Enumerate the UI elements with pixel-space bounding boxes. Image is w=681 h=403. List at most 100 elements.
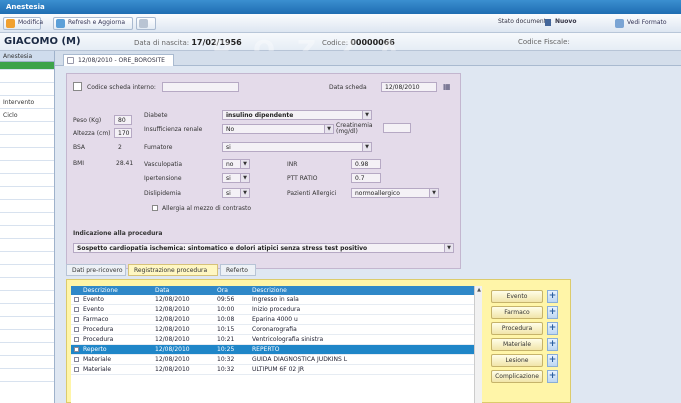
column-header-type[interactable]: Descrizione [71,286,153,295]
procedure-table: Descrizione Data Ora Descrizione Evento 1… [71,286,474,403]
sidebar-item[interactable] [0,187,54,200]
sidebar-item[interactable] [0,356,54,369]
add-materiale-button[interactable]: Materiale [491,338,543,351]
row-checkbox[interactable] [74,367,79,372]
intervention-input[interactable] [162,82,239,92]
table-row[interactable]: Evento 12/08/2010 10:00 Inizio procedura [71,305,474,315]
sidebar-item[interactable] [0,330,54,343]
cell-description: ULTIPUM 6F 02 JR [252,366,305,373]
row-checkbox[interactable] [74,297,79,302]
table-row[interactable]: Farmaco 12/08/2010 10:08 Eparina 4000 u [71,315,474,325]
sidebar-item[interactable] [0,278,54,291]
cell-date: 12/08/2010 [155,356,190,363]
table-header: Descrizione Data Ora Descrizione [71,286,474,295]
sidebar-item[interactable] [0,70,54,83]
edit-button[interactable]: Modifica [3,17,43,30]
add-procedura-button[interactable]: Procedura [491,322,543,335]
row-checkbox[interactable] [74,347,79,352]
row-checkbox[interactable] [74,307,79,312]
row-checkbox[interactable] [74,327,79,332]
sidebar-status-bar [0,62,54,70]
creatinine-input[interactable] [383,123,411,133]
diabetes-select[interactable]: insulino dipendente [222,110,372,120]
allergy-select[interactable]: normoallergico [351,188,439,198]
sidebar-item[interactable] [0,226,54,239]
plus-icon[interactable]: + [547,290,558,303]
plus-icon[interactable]: + [547,354,558,367]
tab-pre-admission[interactable]: Dati pre-ricovero [66,264,126,276]
edit-icon [6,19,15,28]
sidebar-item[interactable]: Ciclo [0,109,54,122]
print-button[interactable] [136,17,156,30]
sidebar-item[interactable] [0,317,54,330]
cell-type-text: Materiale [83,356,112,363]
dyslipidemia-select[interactable]: si [222,188,250,198]
ptt-input[interactable]: 0.7 [351,173,381,183]
cell-type: Materiale [71,355,153,364]
tab-report[interactable]: Referto [220,264,256,276]
close-icon[interactable] [67,57,74,64]
table-row[interactable]: Materiale 12/08/2010 10:32 GUIDA DIAGNOSTIC… [71,355,474,365]
sidebar-item[interactable] [0,304,54,317]
cell-description: Eparina 4000 u [252,316,298,323]
hypertension-select[interactable]: si [222,173,250,183]
cell-type: Evento [71,295,153,304]
contrast-allergy-checkbox[interactable] [152,205,158,211]
add-lesione-button[interactable]: Lesione [491,354,543,367]
sidebar-item[interactable] [0,291,54,304]
plus-icon[interactable]: + [547,338,558,351]
date-input[interactable]: 12/08/2010 [381,82,437,92]
scroll-up-icon[interactable]: ▲ [475,286,483,294]
column-header-time[interactable]: Ora [215,286,250,295]
plus-icon[interactable]: + [547,322,558,335]
sidebar-item[interactable] [0,265,54,278]
form-toggle-checkbox[interactable] [73,82,82,91]
table-row[interactable]: Procedura 12/08/2010 10:21 Ventricolografia… [71,335,474,345]
row-checkbox[interactable] [74,317,79,322]
tab-document[interactable]: 12/08/2010 - ORE_BOROSITE [63,54,174,66]
sidebar-item[interactable]: Intervento [0,96,54,109]
sidebar-item[interactable] [0,200,54,213]
add-evento-button[interactable]: Evento [491,290,543,303]
table-scrollbar[interactable]: ▲ [474,286,482,403]
sidebar-item[interactable] [0,239,54,252]
sidebar-item[interactable] [0,135,54,148]
cell-type: Reperto [71,345,153,354]
vasculopathy-select[interactable]: no [222,159,250,169]
export-button[interactable]: Vedi Formato [612,17,678,30]
sidebar-item[interactable] [0,369,54,382]
plus-icon[interactable]: + [547,370,558,383]
sidebar-item[interactable] [0,161,54,174]
smoker-select[interactable]: si [222,142,372,152]
refresh-button[interactable]: Refresh e Aggiorna [53,17,133,30]
column-header-date[interactable]: Data [153,286,215,295]
plus-icon[interactable]: + [547,306,558,319]
table-row[interactable]: Reperto 12/08/2010 10:25 REPERTO [71,345,474,355]
table-row[interactable]: Evento 12/08/2010 09:56 Ingresso in sala [71,295,474,305]
cell-type-text: Farmaco [83,316,109,323]
vasculopathy-label: Vasculopatia [144,161,183,168]
sidebar-item[interactable] [0,148,54,161]
add-farmaco-button[interactable]: Farmaco [491,306,543,319]
column-header-description[interactable]: Descrizione [250,286,446,295]
height-input[interactable]: 170 [114,128,132,138]
renal-select[interactable]: No [222,124,334,134]
sidebar-item[interactable] [0,83,54,96]
row-checkbox[interactable] [74,357,79,362]
add-complicazione-button[interactable]: Complicazione [491,370,543,383]
sidebar-item[interactable] [0,122,54,135]
weight-input[interactable]: 80 [114,115,132,125]
table-row[interactable]: Procedura 12/08/2010 10:15 Coronarografia [71,325,474,335]
row-checkbox[interactable] [74,337,79,342]
sidebar-item[interactable] [0,174,54,187]
tab-procedure-registration[interactable]: Registrazione procedura [128,264,218,276]
indication-select[interactable]: Sospetto cardiopatia ischemica: sintomat… [73,243,454,253]
sidebar-item[interactable] [0,252,54,265]
sidebar-item[interactable] [0,343,54,356]
cell-type-text: Evento [83,306,104,313]
table-row[interactable]: Materiale 12/08/2010 10:32 ULTIPUM 6F 02 JR [71,365,474,375]
inr-input[interactable]: 0.98 [351,159,381,169]
sidebar-item[interactable] [0,213,54,226]
calendar-icon[interactable]: ▦ [443,82,451,91]
doc-state-value: Nuovo [555,18,577,25]
